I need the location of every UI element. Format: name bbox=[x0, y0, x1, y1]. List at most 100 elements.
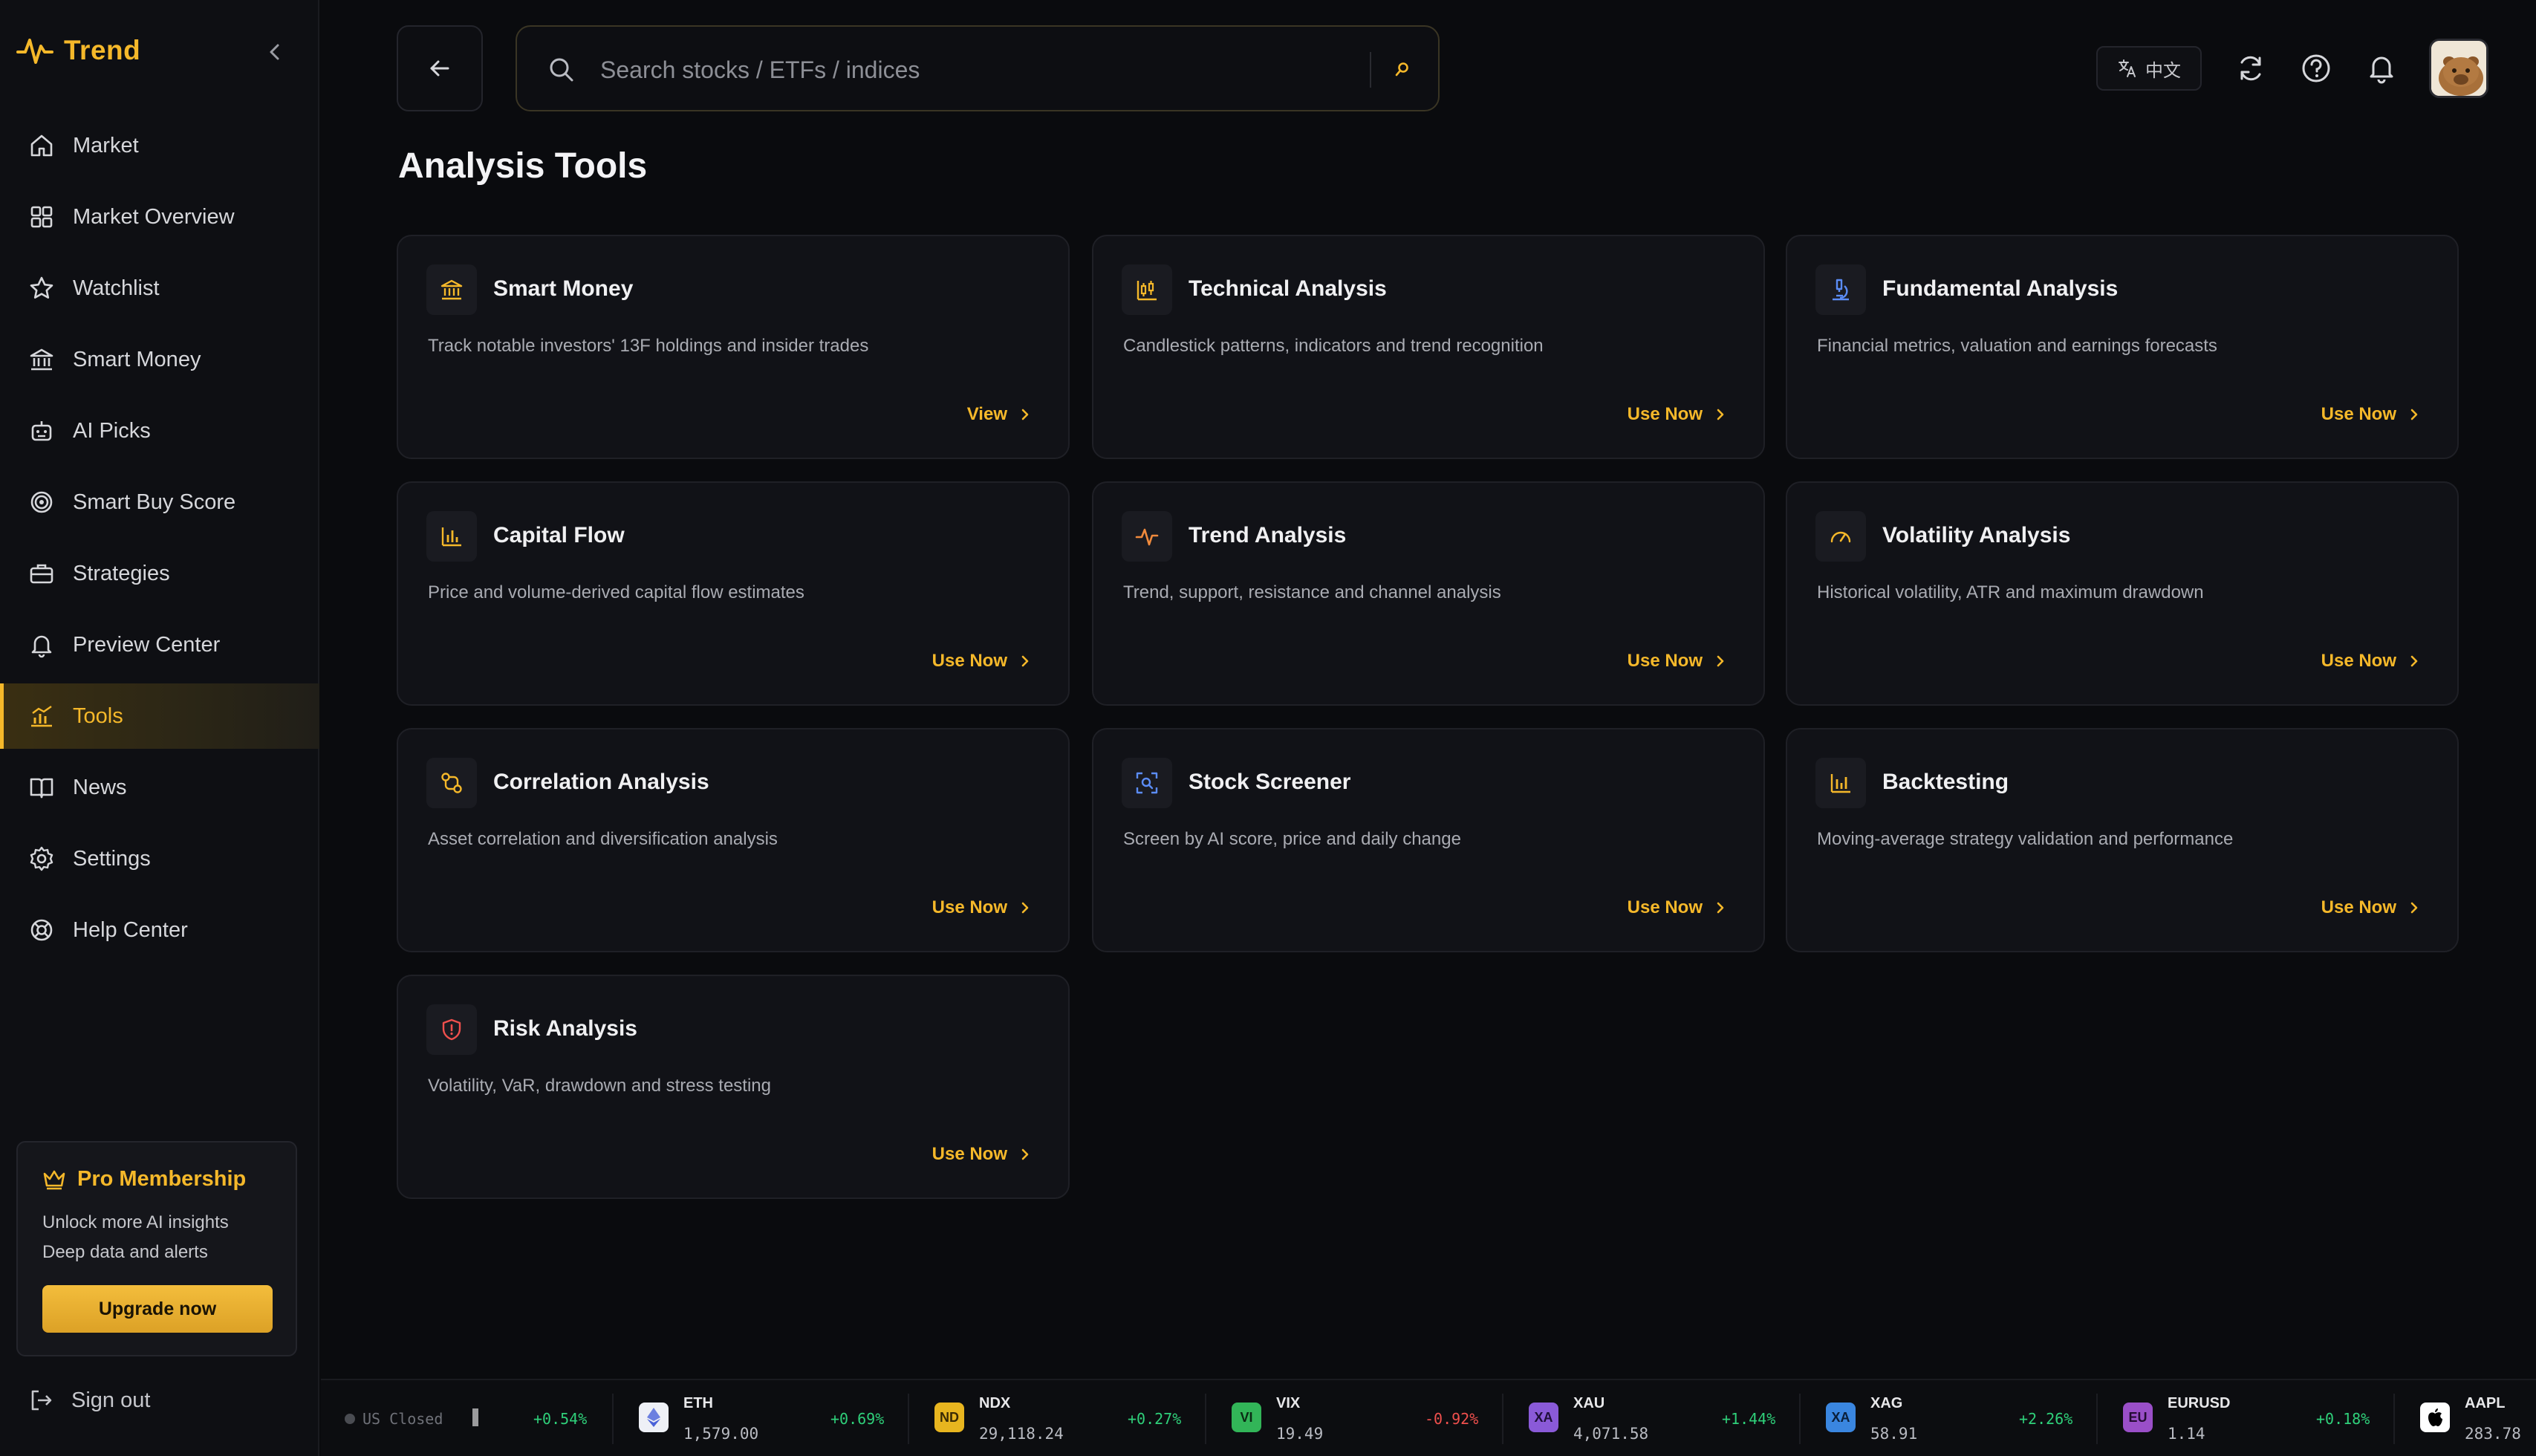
tool-icon-box bbox=[1815, 264, 1866, 315]
tool-action-link[interactable]: Use Now bbox=[2321, 651, 2422, 672]
app-window: Trend Market Market Overview Watchlist S… bbox=[0, 0, 2536, 1456]
tool-action-link[interactable]: Use Now bbox=[2321, 404, 2422, 425]
shield-icon bbox=[442, 1018, 461, 1041]
tool-action-link[interactable]: Use Now bbox=[1628, 404, 1728, 425]
refresh-icon[interactable] bbox=[2234, 52, 2267, 85]
tool-description: Historical volatility, ATR and maximum d… bbox=[1817, 582, 2204, 602]
ticker-change: +2.26% bbox=[2019, 1410, 2073, 1428]
chevron-right-icon bbox=[1021, 409, 1029, 420]
translate-icon bbox=[2119, 59, 2136, 77]
tool-icon-box bbox=[1815, 758, 1866, 808]
tool-card-stock-screener[interactable]: Stock Screener Screen by AI score, price… bbox=[1092, 728, 1765, 952]
logout-icon bbox=[31, 1390, 52, 1411]
trend-logo-icon bbox=[16, 39, 53, 64]
tool-card-correlation-analysis[interactable]: Correlation Analysis Asset correlation a… bbox=[397, 728, 1070, 952]
sidebar-item-settings[interactable]: Settings bbox=[0, 826, 319, 891]
tool-action-link[interactable]: Use Now bbox=[932, 1144, 1033, 1165]
sign-out-button[interactable]: Sign out bbox=[28, 1388, 150, 1413]
briefcase-icon bbox=[30, 564, 53, 584]
tool-title: Volatility Analysis bbox=[1882, 523, 2071, 547]
sidebar-item-ai-picks[interactable]: AI Picks bbox=[0, 398, 319, 464]
home-icon bbox=[30, 134, 53, 157]
pro-membership-card: Pro Membership Unlock more AI insights D… bbox=[16, 1141, 297, 1356]
search-input[interactable] bbox=[600, 48, 1343, 92]
ticker-separator bbox=[612, 1394, 614, 1444]
tool-action-link[interactable]: Use Now bbox=[932, 651, 1033, 672]
sidebar-item-news[interactable]: News bbox=[0, 755, 319, 820]
star-icon bbox=[30, 276, 53, 299]
sidebar-item-watchlist[interactable]: Watchlist bbox=[0, 256, 319, 321]
user-avatar[interactable] bbox=[2429, 39, 2488, 98]
sidebar-item-market-overview[interactable]: Market Overview bbox=[0, 184, 319, 250]
tool-action-link[interactable]: Use Now bbox=[1628, 651, 1728, 672]
ticker-symbol[interactable]: XAG bbox=[1870, 1395, 1902, 1412]
back-button[interactable] bbox=[397, 25, 483, 111]
ticker-change: +1.44% bbox=[1722, 1410, 1776, 1428]
brand[interactable]: Trend bbox=[16, 33, 140, 68]
tool-action-label: View bbox=[966, 404, 1007, 424]
tool-icon-box bbox=[1122, 758, 1172, 808]
bank-icon bbox=[30, 348, 53, 371]
sidebar-item-market[interactable]: Market bbox=[0, 113, 319, 178]
sidebar-item-label: Watchlist bbox=[73, 276, 160, 300]
sidebar-item-help-center[interactable]: Help Center bbox=[0, 897, 319, 963]
sidebar-item-preview-center[interactable]: Preview Center bbox=[0, 612, 319, 677]
crown-icon bbox=[43, 1170, 65, 1190]
bar-chart-icon bbox=[441, 527, 461, 547]
sidebar-item-label: Settings bbox=[73, 846, 151, 871]
tool-action-link[interactable]: Use Now bbox=[2321, 897, 2422, 918]
tool-icon-box bbox=[426, 264, 477, 315]
tool-card-capital-flow[interactable]: Capital Flow Price and volume-derived ca… bbox=[397, 481, 1070, 706]
tool-description: Price and volume-derived capital flow es… bbox=[428, 582, 804, 602]
ticker-symbol[interactable]: XAU bbox=[1573, 1395, 1604, 1412]
sidebar-item-label: Smart Buy Score bbox=[73, 490, 236, 514]
ticker-symbol[interactable]: AAPL bbox=[2465, 1395, 2505, 1412]
help-icon[interactable] bbox=[2300, 52, 2332, 85]
tool-card-risk-analysis[interactable]: Risk Analysis Volatility, VaR, drawdown … bbox=[397, 975, 1070, 1199]
chevron-left-icon[interactable] bbox=[261, 39, 288, 65]
chart-icon bbox=[31, 706, 52, 727]
search-icon bbox=[550, 58, 573, 82]
ticker-symbol[interactable]: ETH bbox=[683, 1395, 713, 1412]
tool-card-technical-analysis[interactable]: Technical Analysis Candlestick patterns,… bbox=[1092, 235, 1765, 459]
tool-card-smart-money[interactable]: Smart Money Track notable investors' 13F… bbox=[397, 235, 1070, 459]
pro-title-label: Pro Membership bbox=[77, 1166, 247, 1191]
tool-action-link[interactable]: View bbox=[967, 404, 1033, 425]
pro-line-1: Unlock more AI insights bbox=[42, 1212, 229, 1232]
tool-card-trend-analysis[interactable]: Trend Analysis Trend, support, resistanc… bbox=[1092, 481, 1765, 706]
notification-bell-icon[interactable] bbox=[2365, 52, 2398, 85]
robot-icon bbox=[31, 421, 52, 441]
tool-title: Risk Analysis bbox=[493, 1016, 637, 1041]
tool-action-link[interactable]: Use Now bbox=[932, 897, 1033, 918]
search-submit-icon[interactable] bbox=[1392, 59, 1413, 80]
ticker-change: -0.92% bbox=[1425, 1410, 1479, 1428]
sidebar-item-label: Market bbox=[73, 133, 139, 157]
sidebar-item-smart-money[interactable]: Smart Money bbox=[0, 327, 319, 392]
ticker-badge-vix: VI bbox=[1232, 1403, 1261, 1432]
ticker-badge-eth bbox=[639, 1403, 669, 1432]
tool-action-label: Use Now bbox=[1627, 651, 1703, 671]
sidebar-item-label: Preview Center bbox=[73, 632, 221, 657]
sidebar-item-strategies[interactable]: Strategies bbox=[0, 541, 319, 606]
target-icon bbox=[30, 491, 53, 513]
ticker-badge-ndx: ND bbox=[934, 1403, 964, 1432]
ticker-price: 283.78 bbox=[2465, 1425, 2521, 1443]
ticker-symbol[interactable]: EURUSD bbox=[2168, 1395, 2230, 1412]
tool-card-fundamental-analysis[interactable]: Fundamental Analysis Financial metrics, … bbox=[1786, 235, 2459, 459]
tool-action-link[interactable]: Use Now bbox=[1628, 897, 1728, 918]
tool-card-backtesting[interactable]: Backtesting Moving-average strategy vali… bbox=[1786, 728, 2459, 952]
sidebar-item-smart-buy-score[interactable]: Smart Buy Score bbox=[0, 469, 319, 535]
tool-title: Capital Flow bbox=[493, 523, 625, 547]
tool-description: Financial metrics, valuation and earning… bbox=[1817, 336, 2217, 356]
sidebar-item-tools[interactable]: Tools bbox=[0, 683, 319, 749]
tool-icon-box bbox=[1122, 511, 1172, 562]
upgrade-button[interactable]: Upgrade now bbox=[42, 1285, 273, 1333]
avatar-image-icon bbox=[2431, 41, 2486, 96]
tool-card-volatility-analysis[interactable]: Volatility Analysis Historical volatilit… bbox=[1786, 481, 2459, 706]
pro-line-2: Deep data and alerts bbox=[42, 1242, 208, 1262]
sidebar-item-label: Tools bbox=[73, 703, 123, 728]
ticker-symbol[interactable]: NDX bbox=[979, 1395, 1010, 1412]
gauge-icon bbox=[1830, 531, 1851, 543]
ticker-symbol[interactable]: VIX bbox=[1276, 1395, 1300, 1412]
language-toggle[interactable]: 中文 bbox=[2096, 46, 2202, 91]
